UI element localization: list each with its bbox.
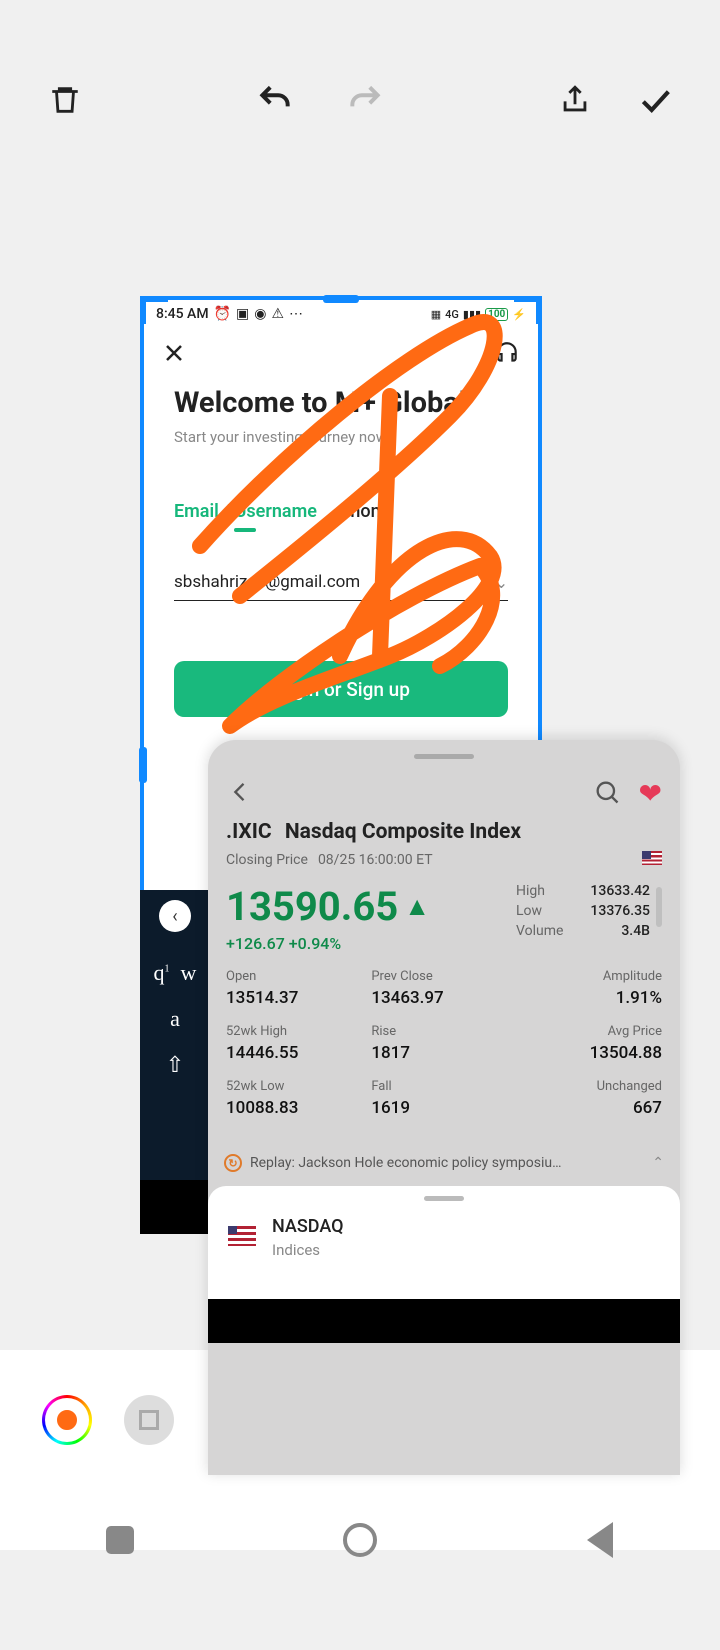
close-icon[interactable] xyxy=(162,341,186,369)
system-nav-bar xyxy=(0,1510,720,1570)
shape-tool-button[interactable] xyxy=(124,1395,174,1445)
crop-corner-tl[interactable] xyxy=(140,296,168,324)
nasdaq-sub: Indices xyxy=(272,1241,344,1259)
tab-phone[interactable]: Phone xyxy=(339,501,390,522)
confirm-button[interactable] xyxy=(630,75,680,125)
home-button[interactable] xyxy=(340,1520,380,1560)
status-app-icon2: ◉ xyxy=(254,306,266,322)
stock-ticker: .IXIC xyxy=(226,820,272,844)
chevron-down-icon[interactable]: ⌄ xyxy=(495,573,508,592)
stock-price: 13590.65▲ xyxy=(226,883,430,930)
us-flag-icon xyxy=(642,850,662,869)
editor-toolbar xyxy=(0,70,720,130)
search-icon[interactable] xyxy=(593,778,621,810)
current-color-swatch xyxy=(55,1408,79,1432)
tab-email[interactable]: Email / Username xyxy=(174,501,317,522)
shift-icon[interactable]: ⇧ xyxy=(166,1052,184,1078)
stock-subheader: Closing Price 08/25 16:00:00 ET xyxy=(208,844,680,869)
stock-delta: +126.67 +0.94% xyxy=(226,934,430,953)
email-field[interactable]: sbshahrizal @gmail.com ⌄ xyxy=(174,572,508,601)
nasdaq-card[interactable]: NASDAQ Indices xyxy=(208,1186,680,1299)
square-icon xyxy=(139,1410,159,1430)
status-bar: 8:45 AM ⏰ ▣ ◉ ⚠ ⋯ ▦ 4G ▮▮▮ 100 ⚡ xyxy=(144,300,538,328)
screenshot-black-edge xyxy=(140,1180,210,1234)
color-picker-button[interactable] xyxy=(42,1395,92,1445)
price-side-stats: High13633.42 Low13376.35 Volume3.4B xyxy=(516,883,650,943)
warning-icon: ⚠ xyxy=(271,306,284,322)
alarm-icon: ⏰ xyxy=(214,306,231,322)
stock-timestamp: 08/25 16:00:00 ET xyxy=(318,852,433,868)
replay-row[interactable]: ↻ Replay: Jackson Hole economic policy s… xyxy=(208,1144,680,1182)
welcome-subtitle: Start your investing journey now! xyxy=(174,428,508,446)
drag-handle-small[interactable] xyxy=(424,1196,464,1201)
login-tabs: Email / Username Phone xyxy=(174,501,508,522)
replay-text: Replay: Jackson Hole economic policy sym… xyxy=(250,1155,561,1171)
card-black-edge xyxy=(208,1299,680,1343)
delete-button[interactable] xyxy=(40,75,90,125)
status-app-icon: ▣ xyxy=(236,306,249,322)
battery-icon: 100 xyxy=(485,308,508,321)
support-headset-icon[interactable] xyxy=(494,340,520,370)
stock-title: .IXIC Nasdaq Composite Index xyxy=(208,820,680,844)
welcome-section: Welcome to M+ Global Start your investin… xyxy=(144,376,538,717)
undo-button[interactable] xyxy=(250,75,300,125)
welcome-title: Welcome to M+ Global xyxy=(174,386,508,420)
back-button[interactable] xyxy=(580,1520,620,1560)
favorite-icon[interactable]: ❤ xyxy=(639,777,662,810)
keyboard-back-icon[interactable]: ‹ xyxy=(159,900,191,932)
email-value: sbshahrizal @gmail.com xyxy=(174,572,360,592)
recent-apps-button[interactable] xyxy=(100,1520,140,1560)
closing-label: Closing Price xyxy=(226,852,308,868)
up-arrow-icon: ▲ xyxy=(404,891,430,922)
crop-handle-left[interactable] xyxy=(139,747,147,783)
login-button[interactable]: Login or Sign up xyxy=(174,661,508,717)
back-icon[interactable] xyxy=(226,778,254,810)
price-row: 13590.65▲ +126.67 +0.94% High13633.42 Lo… xyxy=(208,869,680,953)
chevron-up-icon: ⌃ xyxy=(652,1155,664,1171)
key-a[interactable]: a xyxy=(170,1006,180,1032)
replay-icon: ↻ xyxy=(224,1154,242,1172)
more-icon: ⋯ xyxy=(289,306,303,322)
crop-handle-top[interactable] xyxy=(323,295,359,303)
redo-button[interactable] xyxy=(340,75,390,125)
keyboard-fragment: ‹ q1 w a ⇧ ?123 xyxy=(140,890,210,1220)
app-header xyxy=(144,328,538,376)
share-button[interactable] xyxy=(550,75,600,125)
scroll-indicator[interactable] xyxy=(656,887,662,927)
data-icon: ▦ xyxy=(431,308,441,321)
stock-name: Nasdaq Composite Index xyxy=(285,820,521,844)
us-flag-icon xyxy=(228,1223,256,1253)
key-q[interactable]: q1 w xyxy=(154,960,197,986)
stock-header: ❤ xyxy=(208,759,680,820)
signal-icon: ▮▮▮ xyxy=(463,308,481,321)
crop-corner-tr[interactable] xyxy=(514,296,542,324)
stats-grid: Open13514.37 Prev Close13463.97 Amplitud… xyxy=(208,953,680,1144)
signal-4g-icon: 4G xyxy=(445,308,459,321)
nasdaq-name: NASDAQ xyxy=(272,1216,344,1237)
stock-card: ❤ .IXIC Nasdaq Composite Index Closing P… xyxy=(208,740,680,1475)
